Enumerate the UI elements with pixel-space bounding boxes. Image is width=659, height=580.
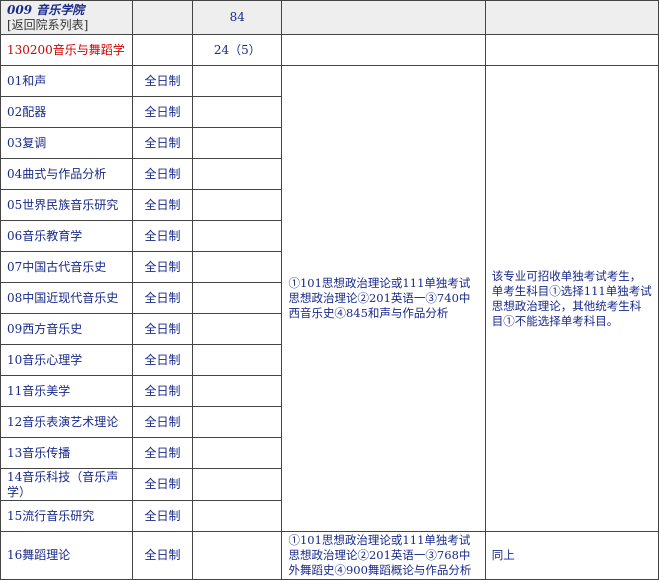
study-mode: 全日制	[131, 406, 194, 438]
quota-cell	[192, 313, 283, 345]
direction-name: 12音乐表演艺术理论	[0, 406, 133, 438]
department-empty-cell	[131, 0, 194, 35]
direction-name: 05世界民族音乐研究	[0, 189, 133, 221]
study-mode: 全日制	[131, 65, 194, 97]
department-quota: 84	[192, 0, 283, 35]
direction-name: 13音乐传播	[0, 437, 133, 469]
study-mode: 全日制	[131, 531, 194, 580]
quota-cell	[192, 158, 283, 190]
quota-cell	[192, 344, 283, 376]
department-row: 009 音乐学院 [返回院系列表] 84	[0, 0, 659, 35]
quota-cell	[192, 531, 283, 580]
study-mode: 全日制	[131, 313, 194, 345]
exam-subjects-cell: ①101思想政治理论或111单独考试思想政治理论②201英语一③768中外舞蹈史…	[281, 531, 486, 580]
direction-name: 07中国古代音乐史	[0, 251, 133, 283]
quota-cell	[192, 96, 283, 128]
direction-name: 08中国近现代音乐史	[0, 282, 133, 314]
quota-cell	[192, 437, 283, 469]
major-quota: 24（5）	[192, 34, 283, 66]
quota-cell	[192, 468, 283, 501]
study-mode: 全日制	[131, 158, 194, 190]
study-mode: 全日制	[131, 500, 194, 532]
study-mode: 全日制	[131, 96, 194, 128]
department-exam-cell	[281, 0, 486, 35]
quota-cell	[192, 189, 283, 221]
major-name: 130200音乐与舞蹈学	[0, 34, 133, 66]
back-to-departments-link[interactable]: [返回院系列表]	[7, 18, 126, 33]
quota-cell	[192, 282, 283, 314]
department-cell: 009 音乐学院 [返回院系列表]	[0, 0, 133, 35]
department-note-cell	[484, 0, 659, 35]
study-mode: 全日制	[131, 344, 194, 376]
study-mode: 全日制	[131, 251, 194, 283]
study-mode: 全日制	[131, 189, 194, 221]
study-mode: 全日制	[131, 375, 194, 407]
major-exam-cell	[281, 34, 486, 66]
quota-cell	[192, 500, 283, 532]
study-mode: 全日制	[131, 220, 194, 252]
direction-name: 06音乐教育学	[0, 220, 133, 252]
direction-name: 14音乐科技（音乐声学）	[0, 468, 133, 501]
direction-name: 10音乐心理学	[0, 344, 133, 376]
remarks-cell: 同上	[484, 531, 659, 580]
direction-name: 02配器	[0, 96, 133, 128]
direction-name: 04曲式与作品分析	[0, 158, 133, 190]
direction-name: 01和声	[0, 65, 133, 97]
major-mode-cell	[131, 34, 194, 66]
quota-cell	[192, 220, 283, 252]
major-row: 130200音乐与舞蹈学 24（5）	[0, 34, 659, 66]
remarks-cell: 该专业可招收单独考试考生，单考生科目①选择111单独考试思想政治理论，其他统考生…	[484, 65, 659, 532]
exam-subjects-cell: ①101思想政治理论或111单独考试思想政治理论②201英语一③740中西音乐史…	[281, 65, 486, 532]
quota-cell	[192, 406, 283, 438]
direction-name: 16舞蹈理论	[0, 531, 133, 580]
study-mode: 全日制	[131, 127, 194, 159]
direction-name: 03复调	[0, 127, 133, 159]
quota-cell	[192, 127, 283, 159]
major-note-cell	[484, 34, 659, 66]
admissions-table: 009 音乐学院 [返回院系列表] 84 130200音乐与舞蹈学 24（5） …	[0, 0, 659, 580]
direction-name: 15流行音乐研究	[0, 500, 133, 532]
study-mode: 全日制	[131, 282, 194, 314]
direction-name: 09西方音乐史	[0, 313, 133, 345]
study-mode: 全日制	[131, 437, 194, 469]
quota-cell	[192, 251, 283, 283]
direction-row: 01和声 全日制 ①101思想政治理论或111单独考试思想政治理论②201英语一…	[0, 65, 659, 532]
quota-cell	[192, 65, 283, 97]
quota-cell	[192, 375, 283, 407]
direction-row: 16舞蹈理论 全日制 ①101思想政治理论或111单独考试思想政治理论②201英…	[0, 531, 659, 580]
department-name: 009 音乐学院	[7, 2, 85, 17]
study-mode: 全日制	[131, 468, 194, 501]
direction-name: 11音乐美学	[0, 375, 133, 407]
